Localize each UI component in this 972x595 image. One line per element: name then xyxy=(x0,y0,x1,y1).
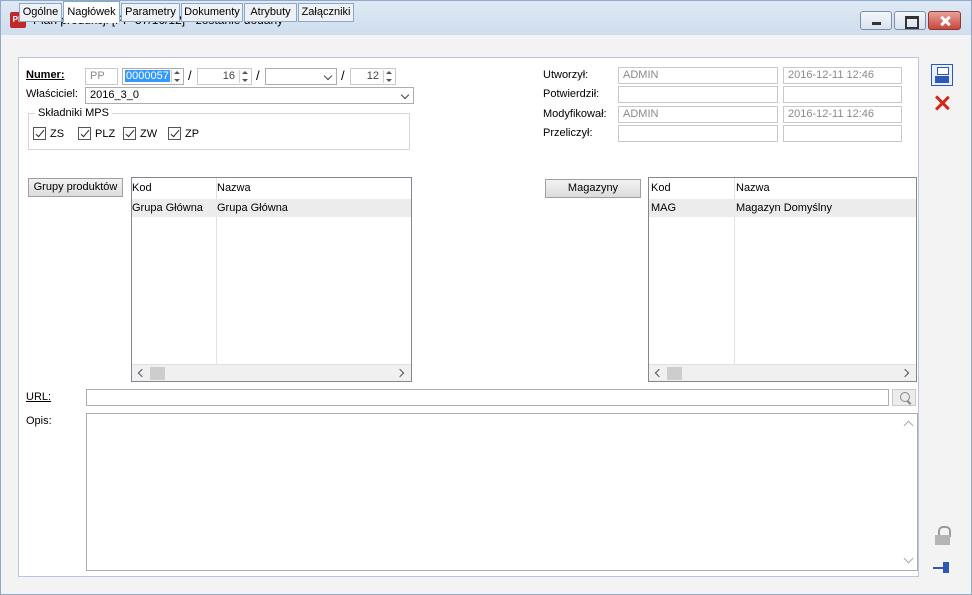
checkbox-checked-icon[interactable] xyxy=(33,127,46,140)
warehouses-grid: Kod Nazwa MAG Magazyn Domyślny xyxy=(648,177,917,382)
scroll-thumb[interactable] xyxy=(150,367,165,380)
checkbox-zw-label: ZW xyxy=(140,128,158,140)
numer-month-field[interactable]: 16 xyxy=(197,68,252,85)
owner-label: Właściciel: xyxy=(26,88,78,100)
checkbox-checked-icon[interactable] xyxy=(168,127,181,140)
numer-separator-1: / xyxy=(188,68,192,83)
row-kod-cell: Grupa Główna xyxy=(132,202,203,214)
checkbox-zp[interactable]: ZP xyxy=(168,127,208,141)
warehouses-button[interactable]: Magazyny xyxy=(545,179,641,198)
product-groups-button[interactable]: Grupy produktów xyxy=(28,178,123,197)
scroll-down-icon[interactable] xyxy=(903,553,914,564)
created-by-field: ADMIN xyxy=(618,67,778,84)
close-button[interactable] xyxy=(928,11,961,30)
chevron-down-icon[interactable] xyxy=(322,70,334,83)
table-row[interactable]: Grupa Główna Grupa Główna xyxy=(132,199,411,217)
approved-date-field xyxy=(783,86,902,103)
url-input[interactable] xyxy=(86,389,889,406)
cancel-icon[interactable] xyxy=(931,92,953,114)
scroll-up-icon[interactable] xyxy=(903,420,914,431)
modified-date-field: 2016-12-11 12:46 xyxy=(783,106,902,123)
table-row[interactable]: MAG Magazyn Domyślny xyxy=(649,199,916,217)
checkbox-zs[interactable]: ZS xyxy=(33,127,73,141)
grid-header-kod[interactable]: Kod xyxy=(132,179,152,197)
checkbox-checked-icon[interactable] xyxy=(123,127,136,140)
numer-year-field[interactable]: 12 xyxy=(350,68,396,85)
numer-year-spinner-icon[interactable] xyxy=(383,70,394,83)
numer-month-spinner-icon[interactable] xyxy=(239,70,250,83)
description-textarea[interactable] xyxy=(86,413,918,571)
numer-series-select[interactable] xyxy=(265,68,337,85)
numer-value-text: 0000057 xyxy=(125,70,170,82)
checkbox-zp-label: ZP xyxy=(185,128,200,140)
modified-by-label: Modyfikował: xyxy=(543,108,607,120)
horizontal-scrollbar[interactable] xyxy=(649,364,916,381)
grid-header-kod[interactable]: Kod xyxy=(651,179,671,197)
save-icon[interactable] xyxy=(931,64,953,86)
numer-separator-3: / xyxy=(341,68,345,83)
grid-header-nazwa[interactable]: Nazwa xyxy=(736,179,770,197)
row-kod-cell: MAG xyxy=(651,202,677,214)
numer-prefix-field: PP xyxy=(85,68,118,85)
scroll-right-icon[interactable] xyxy=(902,368,912,378)
recalculated-by-field xyxy=(618,125,778,142)
lock-icon[interactable] xyxy=(932,525,954,547)
chevron-down-icon[interactable] xyxy=(399,89,411,102)
numer-year-text: 12 xyxy=(366,70,379,82)
horizontal-scrollbar[interactable] xyxy=(132,364,411,381)
recalculated-by-label: Przeliczył: xyxy=(543,127,593,139)
approved-by-label: Potwierdził: xyxy=(543,88,600,100)
checkbox-plz[interactable]: PLZ xyxy=(78,127,118,141)
scroll-thumb[interactable] xyxy=(667,367,682,380)
url-label: URL: xyxy=(26,391,52,403)
search-icon[interactable] xyxy=(892,389,916,406)
row-nazwa-cell: Magazyn Domyślny xyxy=(736,202,832,214)
tab-ogolne[interactable]: Ogólne xyxy=(19,3,62,22)
checkbox-zs-label: ZS xyxy=(50,128,65,140)
grid-header-nazwa[interactable]: Nazwa xyxy=(217,179,251,197)
checkbox-plz-label: PLZ xyxy=(95,128,116,140)
modified-by-field: ADMIN xyxy=(618,106,778,123)
numer-label: Numer: xyxy=(26,69,65,81)
tab-zalaczniki[interactable]: Załączniki xyxy=(298,3,354,22)
checkbox-zw[interactable]: ZW xyxy=(123,127,163,141)
main-window: PP Plan produkcji [PP-57/16/12] - zostan… xyxy=(0,0,972,595)
tab-naglowek[interactable]: Nagłówek xyxy=(63,1,120,23)
scroll-right-icon[interactable] xyxy=(397,368,407,378)
vertical-scrollbar[interactable] xyxy=(900,414,917,570)
minimize-button[interactable] xyxy=(860,11,892,30)
tab-parametry[interactable]: Parametry xyxy=(121,3,180,22)
recalculated-date-field xyxy=(783,125,902,142)
created-by-label: Utworzył: xyxy=(543,69,589,81)
mps-groupbox-title: Składniki MPS xyxy=(35,107,112,119)
checkbox-checked-icon[interactable] xyxy=(78,127,91,140)
product-groups-grid: Kod Nazwa Grupa Główna Grupa Główna xyxy=(131,177,412,382)
tab-atrybuty[interactable]: Atrybuty xyxy=(244,3,297,22)
scroll-left-icon[interactable] xyxy=(136,368,146,378)
scroll-left-icon[interactable] xyxy=(653,368,663,378)
owner-value: 2016_3_0 xyxy=(90,89,139,101)
maximize-button[interactable] xyxy=(894,11,926,30)
description-label: Opis: xyxy=(26,415,52,427)
approved-by-field xyxy=(618,86,778,103)
numer-value-field[interactable]: 0000057 xyxy=(122,68,184,85)
pin-icon[interactable] xyxy=(932,557,954,579)
tab-dokumenty[interactable]: Dokumenty xyxy=(181,3,243,22)
created-date-field: 2016-12-11 12:46 xyxy=(783,67,902,84)
row-nazwa-cell: Grupa Główna xyxy=(217,202,288,214)
owner-select[interactable]: 2016_3_0 xyxy=(85,87,414,104)
numer-spinner-icon[interactable] xyxy=(171,70,182,83)
numer-separator-2: / xyxy=(256,68,260,83)
numer-month-text: 16 xyxy=(222,70,235,82)
